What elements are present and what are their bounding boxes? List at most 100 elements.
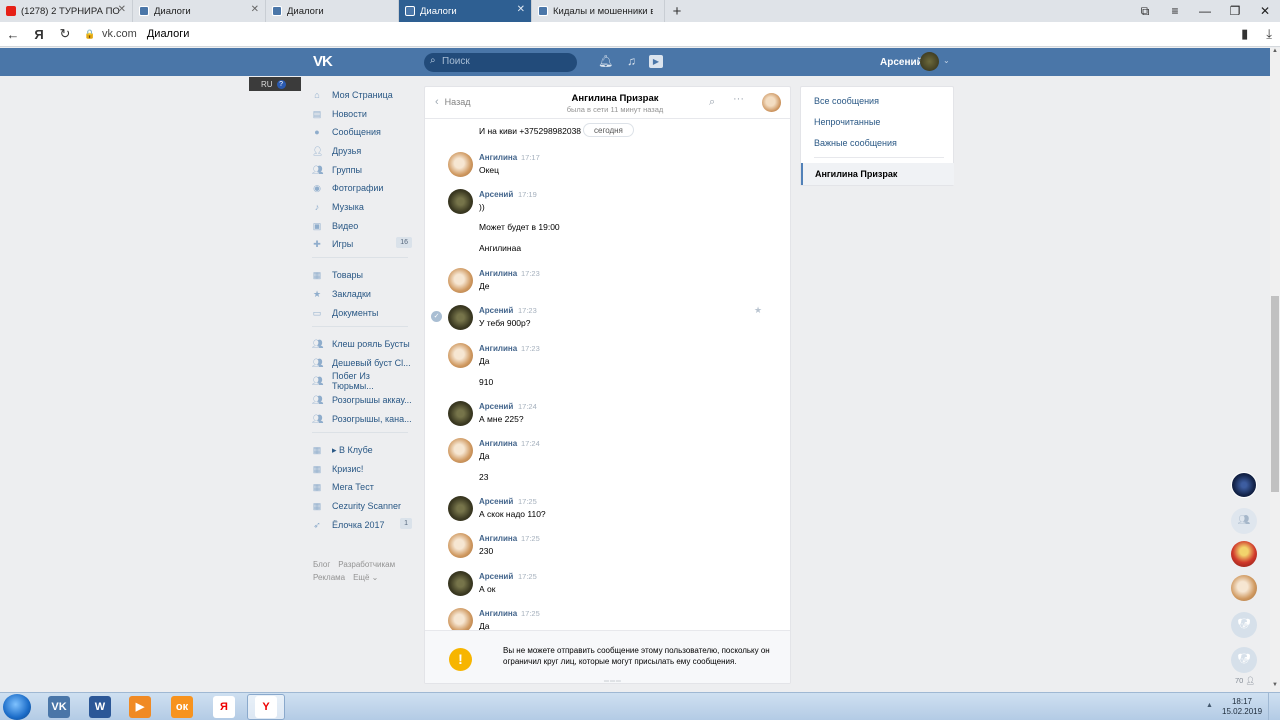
menu-item-groups[interactable]: 👥︎ Группы [312,161,414,179]
chevron-down-icon[interactable]: ⌄ [943,56,950,65]
close-window-icon[interactable]: ✕ [1250,0,1280,22]
play-icon[interactable]: ▶ [649,55,663,68]
message-author[interactable]: Ангилина [479,153,517,162]
avatar[interactable] [448,401,473,426]
avatar[interactable] [448,608,473,630]
menu-item-games[interactable]: ✚ Игры 16 [312,235,414,253]
media-player-icon[interactable]: ▶ [129,696,151,718]
restore-icon[interactable]: ❐ [1220,0,1250,22]
menu-item-bookmarks[interactable]: ★ Закладки [312,285,414,303]
footer-link-developers[interactable]: Разработчикам [338,560,395,569]
search-input[interactable]: ⌕ Поиск [424,53,577,72]
footer-link-more[interactable]: Ещё ⌄ [353,573,378,582]
odnoklassniki-icon[interactable]: ок [171,696,193,718]
minimize-icon[interactable]: — [1190,0,1220,22]
avatar[interactable] [448,152,473,177]
peer-name[interactable]: Ангилина Призрак [545,93,685,104]
search-icon[interactable]: ⌕ [709,96,715,109]
download-icon[interactable]: ⤓ [1266,26,1272,42]
show-desktop-button[interactable] [1268,693,1280,720]
filter-important[interactable]: Важные сообщения [814,138,897,148]
avatar[interactable] [448,343,473,368]
menu-item-my-page[interactable]: ⌂ Моя Страница [312,86,414,104]
menu-item-documents[interactable]: ▭ Документы [312,304,414,322]
vk-logo[interactable]: VK [313,53,333,70]
star-icon[interactable]: ★ [754,305,762,316]
avatar[interactable] [448,496,473,521]
menu-item-video[interactable]: ▣ Видео [312,217,414,235]
close-tab-icon[interactable]: ✕ [251,4,259,15]
menu-item-app-4[interactable]: ▦ Cezurity Scanner [312,497,414,515]
avatar[interactable] [920,52,939,71]
avatar[interactable] [448,268,473,293]
menu-item-app-5[interactable]: ➶ Ёлочка 2017 1 [312,516,414,534]
menu-item-messages[interactable]: ● Сообщения [312,123,414,141]
message-author[interactable]: Ангилина [479,269,517,278]
dock-avatar[interactable] [1231,541,1257,567]
close-tab-icon[interactable]: ✕ [517,4,525,15]
message-author[interactable]: Арсений [479,190,513,199]
peer-avatar[interactable] [762,93,781,112]
vk-app-icon[interactable]: VK [48,696,70,718]
taskbar-active-app[interactable]: Y [247,694,285,720]
check-icon[interactable]: ✓ [431,311,442,322]
menu-item-news[interactable]: ▤ Новости [312,105,414,123]
browser-tab-dialogs-active[interactable]: Диалоги ✕ [399,0,532,22]
menu-item-app-1[interactable]: ▦ ▸ В Клубе [312,441,414,459]
more-icon[interactable]: ··· [733,93,744,105]
word-icon[interactable]: W [89,696,111,718]
back-arrow-icon[interactable]: ← [0,27,26,42]
avatar[interactable] [448,189,473,214]
avatar[interactable] [448,533,473,558]
active-conversation-item[interactable]: Ангилина Призрак [801,163,954,185]
back-button[interactable]: ‹ Назад [435,96,470,108]
scroll-up-icon[interactable]: ▲ [1270,48,1280,58]
music-note-icon[interactable]: ♫ [627,54,636,68]
close-tab-icon[interactable]: ✕ [118,4,126,15]
header-user-name[interactable]: Арсений [880,57,923,68]
tabs-icon[interactable]: ⧉ [1130,0,1160,22]
menu-item-group-1[interactable]: 👥︎ Клеш рояль Бусты [312,335,414,353]
bookmark-icon[interactable]: ▮ [1241,26,1248,42]
menu-item-photos[interactable]: ◉ Фотографии [312,179,414,197]
scroll-down-icon[interactable]: ▼ [1270,682,1280,692]
language-widget[interactable]: RU ? [249,77,301,91]
menu-item-goods[interactable]: ▦ Товары [312,266,414,284]
menu-item-app-3[interactable]: ▦ Мега Тест [312,478,414,496]
tray-expand-icon[interactable]: ▲ [1206,702,1213,709]
browser-tab-dialogs-1[interactable]: Диалоги ✕ [133,0,266,22]
menu-item-group-4[interactable]: 👥︎ Розогрышы аккау... [312,391,414,409]
message-author[interactable]: Арсений [479,572,513,581]
browser-tab-youtube[interactable]: (1278) 2 ТУРНИРА ПО ✕ [0,0,133,22]
url-page-title[interactable]: Диалоги [147,28,190,40]
scroll-thumb[interactable] [1271,296,1279,492]
browser-tab-dialogs-2[interactable]: Диалоги [266,0,399,22]
message-author[interactable]: Ангилина [479,344,517,353]
dock-avatar[interactable] [1231,575,1257,601]
message-author[interactable]: Арсений [479,497,513,506]
message-author[interactable]: Арсений [479,402,513,411]
message-author[interactable]: Ангилина [479,534,517,543]
online-count[interactable]: 70 👤︎ [1235,676,1255,685]
system-clock[interactable]: 18:17 15.02.2019 [1222,697,1262,717]
avatar[interactable] [448,305,473,330]
avatar[interactable] [448,438,473,463]
yandex-icon[interactable]: Я [213,696,235,718]
start-button[interactable] [3,694,31,720]
browser-tab-scammers[interactable]: Кидалы и мошенники в vk [532,0,665,22]
menu-item-group-5[interactable]: 👥︎ Розогрышы, кана... [312,410,414,428]
menu-item-friends[interactable]: 👤︎ Друзья [312,142,414,160]
reload-icon[interactable]: ↻ [52,26,78,42]
message-author[interactable]: Ангилина [479,439,517,448]
resize-handle[interactable]: ═══ [604,678,622,683]
message-author[interactable]: Арсений [479,306,513,315]
avatar[interactable] [448,571,473,596]
filter-all-messages[interactable]: Все сообщения [814,96,879,106]
dog-avatar-icon[interactable]: 🐶︎ [1231,647,1257,673]
menu-item-group-2[interactable]: 👥︎ Дешевый буст Cl... [312,354,414,372]
dock-avatar[interactable] [1231,472,1257,498]
url-host[interactable]: vk.com [102,28,137,40]
menu-item-group-3[interactable]: 👥︎ Побег Из Тюрьмы... [312,371,414,391]
menu-item-music[interactable]: ♪ Музыка [312,198,414,216]
footer-link-blog[interactable]: Блог [313,560,330,569]
